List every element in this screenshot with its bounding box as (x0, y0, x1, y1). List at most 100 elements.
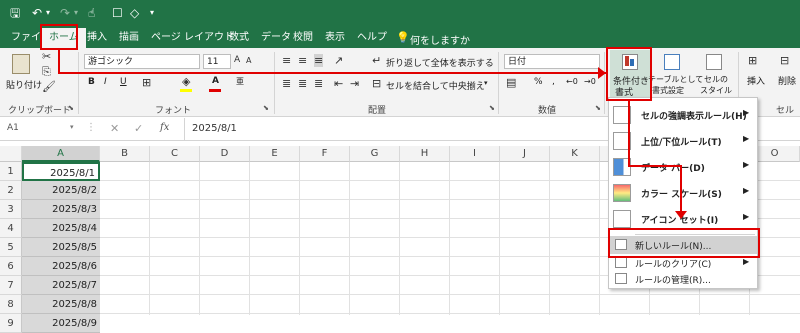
cell-a9[interactable]: 2025/8/9 (22, 314, 100, 333)
align-right-icon[interactable]: ≣ (314, 77, 323, 90)
format-as-table-line2[interactable]: 書式設定 (652, 85, 684, 96)
column-header[interactable]: A (22, 146, 100, 162)
column-header[interactable]: G (350, 146, 400, 162)
column-header[interactable]: F (300, 146, 350, 162)
column-header[interactable]: J (500, 146, 550, 162)
alignment-launcher-icon[interactable]: ⬊ (489, 104, 495, 112)
insert-function-icon[interactable]: fx (160, 122, 169, 133)
cell-styles-line1[interactable]: セルの (704, 74, 728, 85)
column-header[interactable]: C (150, 146, 200, 162)
wrap-text-button[interactable]: 折り返して全体を表示する (386, 56, 494, 69)
tab-help[interactable]: ヘルプ (350, 28, 394, 48)
tab-formulas[interactable]: 数式 (222, 28, 256, 48)
insert-cells-icon[interactable]: ⊞ (748, 54, 757, 67)
shapes-icon[interactable]: ◇ (130, 5, 139, 21)
format-painter-icon[interactable]: 🖌 (42, 80, 56, 93)
italic-button[interactable]: I (104, 77, 107, 87)
merge-icon[interactable]: ⊟ (372, 77, 381, 90)
align-left-icon[interactable]: ≣ (282, 77, 291, 90)
format-as-table-line1[interactable]: テーブルとして (648, 74, 703, 85)
clipboard-launcher-icon[interactable]: ⬊ (68, 104, 74, 112)
number-format-box[interactable]: 日付 (504, 54, 600, 69)
underline-button[interactable]: U (120, 77, 127, 87)
copy-icon[interactable]: ⎘ (42, 65, 51, 79)
redo-dropdown-icon[interactable]: ▾ (74, 5, 78, 21)
shrink-font-icon[interactable]: A (246, 56, 251, 65)
menu-item-manage-rules[interactable]: ルールの管理(R)... (609, 270, 757, 288)
cell-a5[interactable]: 2025/8/5 (22, 238, 100, 257)
save-icon[interactable]: 🖫 (10, 5, 20, 21)
formula-input[interactable]: 2025/8/1 (192, 123, 237, 134)
enter-icon[interactable]: ✓ (134, 122, 143, 135)
row-header[interactable]: 4 (0, 219, 22, 238)
wrap-text-icon[interactable]: ↵ (372, 54, 381, 67)
check-sheet-icon[interactable]: ☐ (112, 5, 123, 21)
borders-icon[interactable]: ⊞ (142, 76, 151, 89)
align-bottom-icon[interactable]: ≡ (314, 54, 324, 67)
menu-item-top-bottom-rules[interactable]: 上位/下位ルール(T) ▶ (609, 128, 757, 154)
tab-insert[interactable]: 挿入 (80, 28, 114, 48)
cell-a7[interactable]: 2025/8/7 (22, 276, 100, 295)
delete-button[interactable]: 削除 (778, 74, 796, 87)
undo-dropdown-icon[interactable]: ▾ (46, 5, 50, 21)
cell-a4[interactable]: 2025/8/4 (22, 219, 100, 238)
menu-item-highlight-rules[interactable]: セルの強調表示ルール(H) ▶ (609, 102, 757, 128)
cell-a3[interactable]: 2025/8/3 (22, 200, 100, 219)
touch-mode-icon[interactable]: ☝ (88, 5, 95, 21)
merge-center-button[interactable]: セルを結合して中央揃え (386, 79, 485, 92)
cell-styles-line2[interactable]: スタイル (700, 85, 732, 96)
percent-style-button[interactable]: % (534, 77, 543, 87)
increase-decimal-icon[interactable]: ←0 (566, 77, 578, 86)
row-header[interactable]: 3 (0, 200, 22, 219)
cell-a6[interactable]: 2025/8/6 (22, 257, 100, 276)
column-header[interactable]: B (100, 146, 150, 162)
number-launcher-icon[interactable]: ⬊ (595, 104, 601, 112)
grow-font-icon[interactable]: A (234, 55, 240, 65)
row-header[interactable]: 6 (0, 257, 22, 276)
align-top-icon[interactable]: ≡ (282, 54, 291, 67)
fill-color-icon[interactable]: ◈ (182, 75, 190, 88)
menu-item-data-bars[interactable]: データ バー(D) ▶ (609, 154, 757, 180)
tab-draw[interactable]: 描画 (112, 28, 146, 48)
cut-icon[interactable]: ✂ (42, 50, 51, 63)
menu-item-color-scales[interactable]: カラー スケール(S) ▶ (609, 180, 757, 206)
tell-me-box[interactable]: 何をしますか (410, 32, 470, 47)
increase-indent-icon[interactable]: ⇥ (350, 77, 359, 90)
row-header[interactable]: 2 (0, 181, 22, 200)
delete-cells-icon[interactable]: ⊟ (780, 54, 789, 67)
align-middle-icon[interactable]: ≡ (298, 54, 307, 67)
cell-a8[interactable]: 2025/8/8 (22, 295, 100, 314)
column-header[interactable]: H (400, 146, 450, 162)
font-color-icon[interactable]: A (212, 76, 219, 86)
select-all-corner[interactable] (0, 146, 22, 162)
column-header[interactable]: E (250, 146, 300, 162)
insert-button[interactable]: 挿入 (747, 74, 765, 87)
merge-dropdown-icon[interactable]: ▾ (484, 79, 488, 87)
decrease-decimal-icon[interactable]: →0 (584, 77, 596, 86)
phonetic-icon[interactable]: 亜 (236, 76, 244, 87)
cancel-icon[interactable]: ✕ (110, 122, 119, 135)
row-header[interactable]: 7 (0, 276, 22, 295)
row-header[interactable]: 1 (0, 162, 22, 181)
align-center-icon[interactable]: ≣ (298, 77, 307, 90)
orientation-icon[interactable]: ↗ (334, 54, 343, 67)
row-header[interactable]: 8 (0, 295, 22, 314)
row-header[interactable]: 9 (0, 314, 22, 333)
font-launcher-icon[interactable]: ⬊ (263, 104, 269, 112)
column-header[interactable]: I (450, 146, 500, 162)
redo-icon[interactable]: ↷ (60, 5, 70, 21)
font-name-box[interactable]: 游ゴシック (84, 54, 200, 69)
undo-icon[interactable]: ↶ (32, 5, 42, 21)
font-size-box[interactable]: 11 (203, 54, 231, 69)
cell-a2[interactable]: 2025/8/2 (22, 181, 100, 200)
tab-review[interactable]: 校閲 (286, 28, 320, 48)
paste-button[interactable]: 貼り付け (6, 78, 42, 91)
column-header[interactable]: D (200, 146, 250, 162)
bold-button[interactable]: B (88, 77, 95, 87)
cell-a1[interactable]: 2025/8/1 (22, 162, 100, 181)
tab-view[interactable]: 表示 (318, 28, 352, 48)
column-header[interactable]: K (550, 146, 600, 162)
comma-style-button[interactable]: , (552, 77, 555, 87)
name-box-dropdown-icon[interactable]: ▾ (70, 123, 74, 131)
name-box[interactable]: A1 (4, 121, 76, 136)
